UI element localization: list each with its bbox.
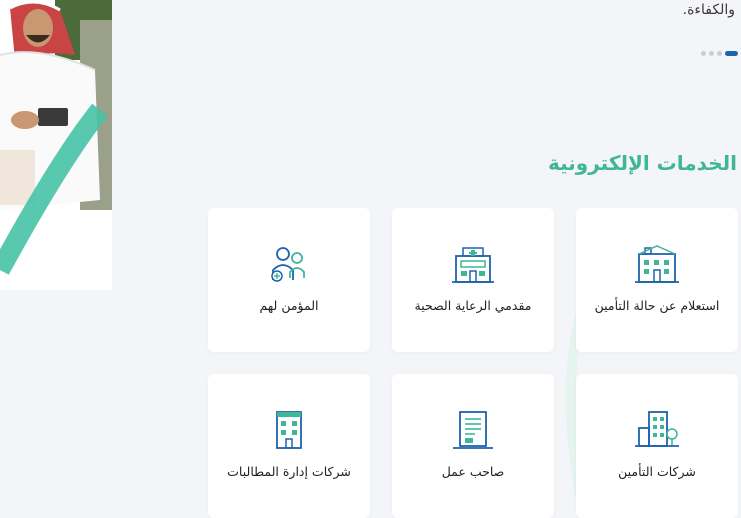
service-card-insurance-status[interactable]: استعلام عن حالة التأمين [576,208,738,352]
service-card-label: صاحب عمل [441,464,505,479]
hero-photo-illustration [0,0,112,290]
service-card-insured[interactable]: المؤمن لهم [208,208,370,352]
service-card-label: شركات إدارة المطالبات [227,464,351,479]
employer-document-icon [453,411,493,449]
carousel-indicators[interactable] [701,51,738,56]
hero-text-fragment: والكفاءة. [682,2,735,18]
service-card-healthcare-providers[interactable]: مقدمي الرعاية الصحية [392,208,554,352]
claims-management-icon [276,411,302,449]
service-card-label: شركات التأمين [618,464,696,479]
service-card-label: مقدمي الرعاية الصحية [414,298,532,313]
section-title: الخدمات الإلكترونية [547,151,737,175]
insured-people-icon [271,247,305,282]
service-card-employer[interactable]: صاحب عمل [392,374,554,518]
carousel-dot[interactable] [701,51,706,56]
hospital-building-icon [635,245,679,283]
service-card-label: المؤمن لهم [259,298,319,313]
carousel-dot[interactable] [717,51,722,56]
carousel-dot[interactable] [709,51,714,56]
service-card-insurance-companies[interactable]: شركات التأمين [576,374,738,518]
medical-center-icon [452,247,494,283]
carousel-dot-active[interactable] [725,51,738,56]
service-card-claims-management[interactable]: شركات إدارة المطالبات [208,374,370,518]
service-card-label: استعلام عن حالة التأمين [594,298,720,313]
hero-photo [0,0,112,290]
insurance-companies-icon [635,411,679,447]
